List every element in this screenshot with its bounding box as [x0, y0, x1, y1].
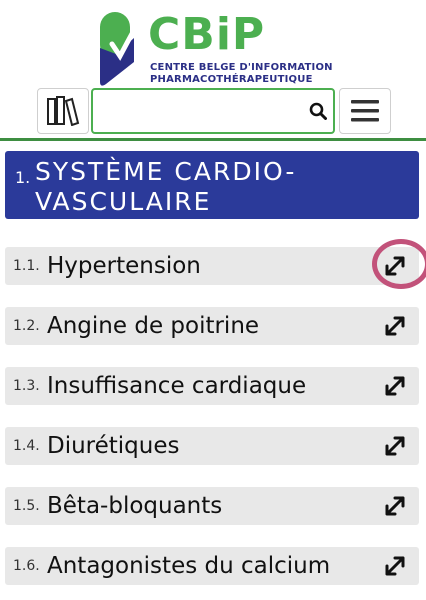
section-number: 1.2. [13, 318, 40, 334]
chapter-title: SYSTÈME CARDIO-VASCULAIRE [35, 157, 297, 216]
expand-icon[interactable] [383, 374, 407, 398]
search-input[interactable] [93, 90, 303, 132]
list-item[interactable]: 1.3. Insuffisance cardiaque [5, 367, 419, 405]
logo-wordmark: CBiP [148, 9, 266, 60]
expand-icon[interactable] [383, 254, 407, 278]
books-button[interactable] [37, 88, 89, 134]
toolbar [0, 88, 426, 140]
list-item[interactable]: 1.1. Hypertension [5, 247, 419, 285]
search-box [91, 88, 335, 134]
logo-mark-icon [100, 12, 137, 86]
list-item[interactable]: 1.2. Angine de poitrine [5, 307, 419, 345]
section-list: 1.1. Hypertension 1.2. Angine de poitrin… [5, 247, 419, 600]
menu-button[interactable] [339, 88, 391, 134]
expand-icon[interactable] [383, 494, 407, 518]
header-divider [0, 138, 426, 141]
section-label: Insuffisance cardiaque [47, 373, 307, 399]
list-item[interactable]: 1.4. Diurétiques [5, 427, 419, 465]
books-icon [47, 96, 80, 126]
chapter-number: 1. [15, 168, 31, 187]
section-number: 1.5. [13, 498, 40, 514]
section-number: 1.1. [13, 258, 40, 274]
expand-icon[interactable] [383, 554, 407, 578]
expand-icon[interactable] [383, 434, 407, 458]
chapter-banner: 1. SYSTÈME CARDIO-VASCULAIRE [5, 151, 419, 219]
hamburger-menu-icon [351, 100, 379, 122]
logo-subtitle-line2: PHARMACOTHÉRAPEUTIQUE [150, 74, 313, 85]
section-number: 1.4. [13, 438, 40, 454]
section-label: Bêta-bloquants [47, 493, 223, 519]
section-number: 1.3. [13, 378, 40, 394]
logo-subtitle-line1: CENTRE BELGE D'INFORMATION [150, 62, 333, 73]
section-label: Diurétiques [47, 433, 180, 459]
search-icon[interactable] [303, 90, 333, 132]
section-label: Hypertension [47, 253, 201, 279]
list-item[interactable]: 1.5. Bêta-bloquants [5, 487, 419, 525]
section-number: 1.6. [13, 558, 40, 574]
list-item[interactable]: 1.6. Antagonistes du calcium [5, 547, 419, 585]
expand-icon[interactable] [383, 314, 407, 338]
section-label: Angine de poitrine [47, 313, 260, 339]
cbip-logo[interactable]: CBiP CENTRE BELGE D'INFORMATION PHARMACO… [98, 10, 338, 90]
section-label: Antagonistes du calcium [47, 553, 331, 579]
